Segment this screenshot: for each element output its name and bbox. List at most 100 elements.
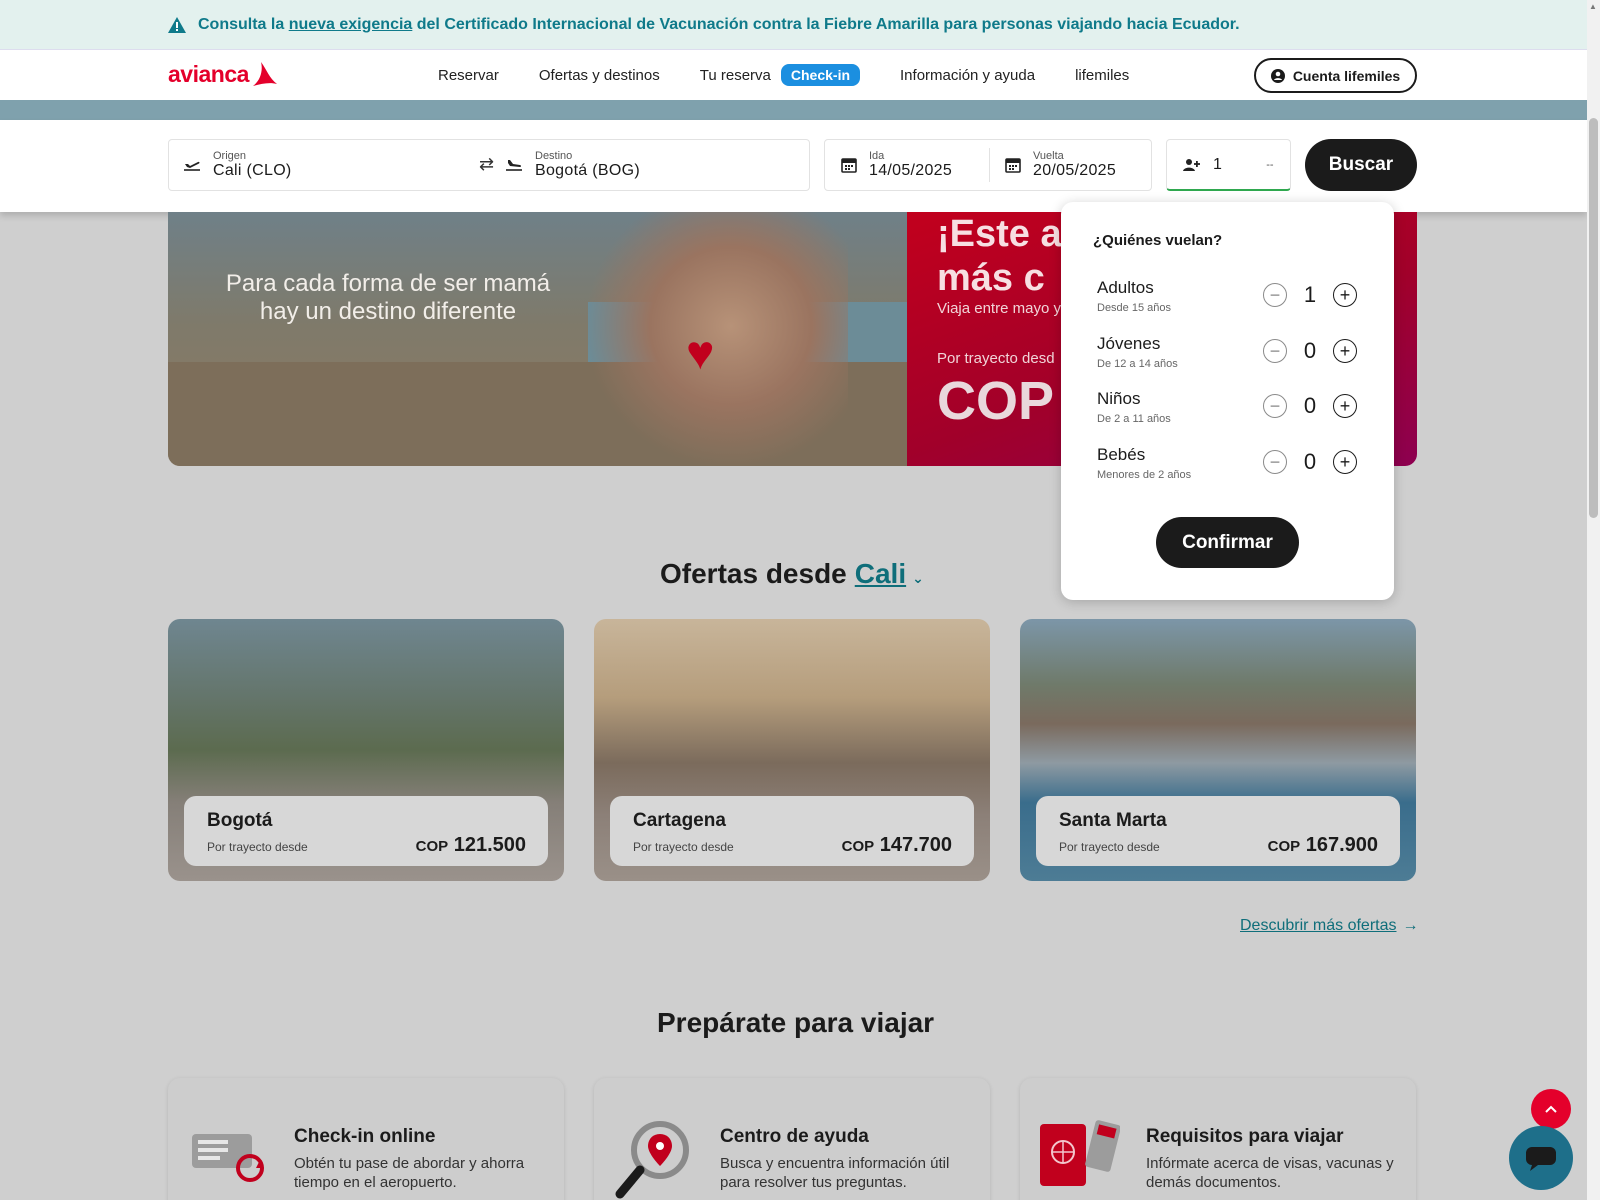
increment-button[interactable]: + [1333,450,1357,474]
passenger-count: 1 [1213,156,1223,173]
passenger-row-adults: Adultos Desde 15 años − 1 + [1097,278,1357,328]
offers-title: Ofertas desde Cali ⌄ [660,558,924,589]
nav-ofertas[interactable]: Ofertas y destinos [539,67,660,84]
back-to-top-button[interactable] [1531,1089,1571,1129]
calendar-icon [841,158,857,173]
warning-icon [168,16,186,33]
banner-photo: ♥ [168,212,907,466]
nav-informacion[interactable]: Información y ayuda [900,67,1035,84]
confirm-button[interactable]: Confirmar [1156,517,1299,568]
banner-tagline: Para cada forma de ser mamá hay un desti… [225,270,551,325]
return-date-field[interactable]: Vuelta 20/05/2025 [1005,140,1150,190]
magnifier-location-icon [614,1120,694,1200]
return-value: 20/05/2025 [1033,162,1117,179]
plane-landing-icon [506,160,522,171]
offers-city-selector[interactable]: Cali [855,558,906,589]
prepare-card-desc: Busca y encuentra información útil para … [720,1155,950,1191]
scroll-up-arrow-icon[interactable]: ▲ [1589,2,1597,11]
date-divider [989,148,990,182]
offer-desde: Por trayecto desde [207,840,308,854]
chat-bubble-icon [1526,1147,1556,1171]
site-header: avianca Reservar Ofertas y destinos Tu r… [0,49,1587,100]
offer-card[interactable]: Cartagena Por trayecto desde COP 147.700 [594,619,990,881]
departure-date-field[interactable]: Ida 14/05/2025 [841,140,991,190]
offer-card[interactable]: Santa Marta Por trayecto desde COP 167.9… [1020,619,1416,881]
logo-bird-icon [252,62,277,86]
offer-card-info: Santa Marta Por trayecto desde COP 167.9… [1036,796,1400,866]
swap-icon[interactable]: ⇄ [479,154,494,175]
passenger-row-youth: Jóvenes De 12 a 14 años − 0 + [1097,334,1357,384]
origin-value: Cali (CLO) [213,162,292,179]
chevron-up-icon [1545,1105,1557,1113]
destination-label: Destino [535,150,573,162]
passenger-popover-title: ¿Quiénes vuelan? [1093,232,1223,249]
nav-tu-reserva-label: Tu reserva [699,66,771,84]
destination-field[interactable]: Destino Bogotá (BOG) [505,140,795,190]
passenger-field[interactable]: 1 -- [1166,139,1291,191]
offer-price: COP 147.700 [841,834,952,856]
arrow-right-icon: → [1402,917,1419,934]
prepare-card-title: Centro de ayuda [720,1126,869,1147]
quantity-stepper: − 0 + [1263,393,1357,419]
nav-lifemiles[interactable]: lifemiles [1075,67,1129,84]
offer-card-info: Cartagena Por trayecto desde COP 147.700 [610,796,974,866]
chat-button[interactable] [1509,1126,1573,1190]
flight-search-bar: Origen Cali (CLO) ⇄ Destino Bogotá (BOG) I… [0,120,1587,212]
decrement-button[interactable]: − [1263,283,1287,307]
offer-desde: Por trayecto desde [633,840,734,854]
boarding-pass-icon [188,1120,268,1200]
decrement-button[interactable]: − [1263,394,1287,418]
hero-top-strip [0,100,1587,120]
offer-city: Cartagena [633,810,726,831]
page-scrollbar[interactable]: ▲ [1587,0,1600,1200]
route-fields: Origen Cali (CLO) ⇄ Destino Bogotá (BOG) [168,139,810,191]
prepare-card-title: Check-in online [294,1126,436,1147]
alert-link[interactable]: nueva exigencia [289,16,413,33]
decrement-button[interactable]: − [1263,339,1287,363]
prepare-card-requirements[interactable]: Requisitos para viajar Infórmate acerca … [1020,1078,1416,1200]
promo-from: Por trayecto desd [937,350,1055,367]
increment-button[interactable]: + [1333,283,1357,307]
search-button[interactable]: Buscar [1305,139,1417,191]
departure-label: Ida [869,150,885,162]
alert-banner: Consulta la nueva exigencia del Certific… [0,0,1587,49]
prepare-card-checkin[interactable]: Check-in online Obtén tu pase de abordar… [168,1078,564,1200]
decrement-button[interactable]: − [1263,450,1287,474]
avianca-logo[interactable]: avianca [168,60,279,88]
date-fields: Ida 14/05/2025 Vuelta 20/05/2025 [824,139,1152,191]
passenger-popover: ¿Quiénes vuelan? Adultos Desde 15 años −… [1061,202,1394,600]
offer-card-info: Bogotá Por trayecto desde COP 121.500 [184,796,548,866]
passenger-count-value: 0 [1303,338,1317,363]
offer-card[interactable]: Bogotá Por trayecto desde COP 121.500 [168,619,564,881]
destination-value: Bogotá (BOG) [535,162,640,179]
return-label: Vuelta [1033,150,1064,162]
nav-reservar[interactable]: Reservar [438,67,499,84]
checkin-badge[interactable]: Check-in [780,64,861,86]
plane-takeoff-icon [184,161,200,171]
increment-button[interactable]: + [1333,339,1357,363]
passenger-count-value: 0 [1303,449,1317,474]
chevron-down-icon[interactable]: ⌄ [912,570,924,586]
offer-price: COP 121.500 [415,834,526,856]
increment-button[interactable]: + [1333,394,1357,418]
offer-price: COP 167.900 [1267,834,1378,856]
account-button[interactable]: Cuenta lifemiles [1254,58,1417,93]
alert-text: Consulta la nueva exigencia del Certific… [198,15,1240,33]
offer-city: Santa Marta [1059,810,1167,831]
prepare-card-help[interactable]: Centro de ayuda Busca y encuentra inform… [594,1078,990,1200]
departure-value: 14/05/2025 [869,162,953,179]
passenger-row-children: Niños De 2 a 11 años − 0 + [1097,389,1357,439]
passenger-row-infants: Bebés Menores de 2 años − 0 + [1097,445,1357,495]
scrollbar-thumb[interactable] [1589,118,1598,518]
prepare-card-desc: Infórmate acerca de visas, vacunas y dem… [1146,1155,1394,1191]
offer-desde: Por trayecto desde [1059,840,1160,854]
origin-field[interactable]: Origen Cali (CLO) [183,140,473,190]
passport-icon [1040,1120,1121,1200]
add-person-icon [1183,159,1200,171]
offer-city: Bogotá [207,810,273,831]
quantity-stepper: − 0 + [1263,449,1357,475]
nav-tu-reserva[interactable]: Tu reserva Check-in [699,64,861,86]
passenger-trailing: -- [1266,159,1274,171]
more-offers-link[interactable]: Descubrir más ofertas → [1240,917,1419,935]
user-circle-icon [1270,68,1285,83]
